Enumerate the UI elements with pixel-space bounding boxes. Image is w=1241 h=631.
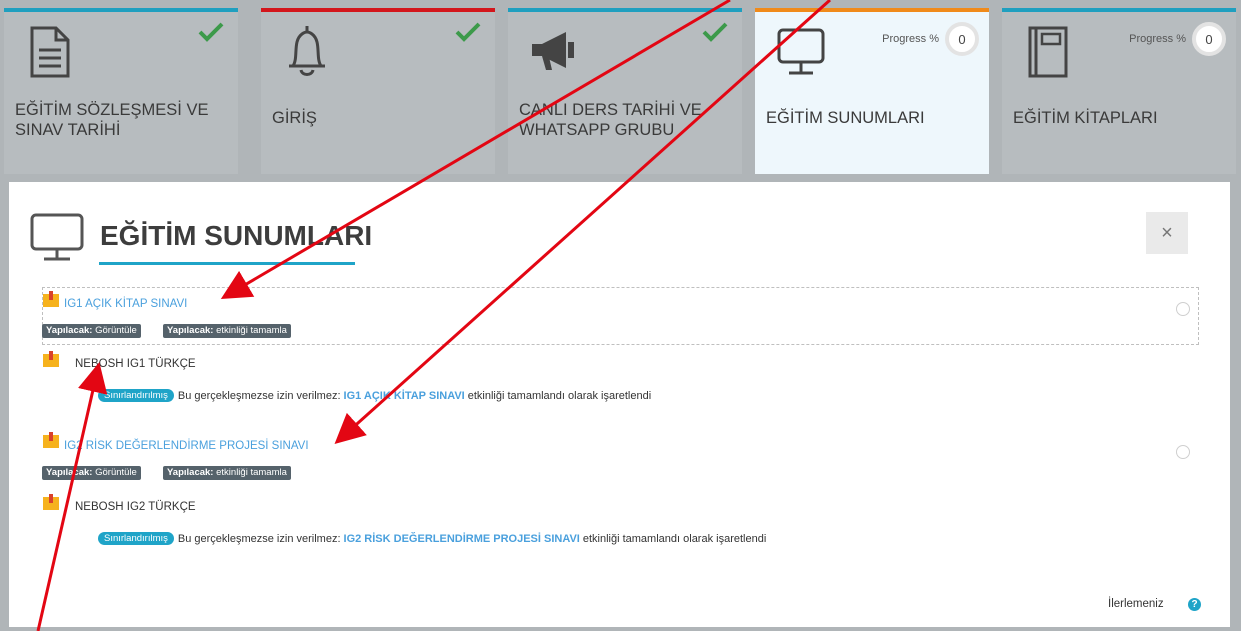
todo-badge: Yapılacak: Görüntüle [42, 324, 141, 338]
check-icon [198, 22, 224, 42]
monitor-icon [777, 28, 825, 75]
tile-color-bar [508, 8, 742, 12]
tile-title: CANLI DERS TARİHİ VE WHATSAPP GRUBU [519, 101, 702, 139]
tile-egitim-sunumlari[interactable]: Progress % 0 EĞİTİM SUNUMLARI [755, 8, 989, 174]
progress-value: 0 [1192, 22, 1226, 56]
badge-text: etkinliği tamamla [216, 467, 287, 478]
check-icon [455, 22, 481, 42]
restriction-note: Sınırlandırılmış Bu gerçekleşmezse izin … [98, 389, 651, 402]
restriction-link[interactable]: IG2 RİSK DEĞERLENDİRME PROJESİ SINAVI [344, 533, 580, 545]
progress-footer-text: İlerlemeniz [1108, 598, 1164, 610]
package-icon [43, 494, 59, 510]
todo-badge: Yapılacak: etkinliği tamamla [163, 324, 291, 338]
panel-border [0, 627, 1241, 631]
package-icon [43, 291, 59, 307]
activity-title: NEBOSH IG1 TÜRKÇE [75, 358, 196, 370]
tile-egitim-kitaplari[interactable]: Progress % 0 EĞİTİM KİTAPLARI [1002, 8, 1236, 174]
progress-indicator: Progress % 0 [882, 22, 979, 56]
restriction-suffix: etkinliği tamamlandı olarak işaretlendi [467, 389, 652, 402]
tile-title: EĞİTİM KİTAPLARI [1013, 109, 1158, 127]
section-title: EĞİTİM SUNUMLARI [100, 220, 373, 251]
tile-giris[interactable]: GİRİŞ [261, 8, 495, 174]
progress-indicator: Progress % 0 [1129, 22, 1226, 56]
section-tiles: EĞİTİM SÖZLEŞMESİ VE SINAV TARİHİ GİRİŞ … [0, 0, 1241, 182]
badge-prefix: Yapılacak: [167, 467, 214, 478]
monitor-icon [30, 213, 84, 261]
package-icon [43, 351, 59, 367]
badge-text: etkinliği tamamla [216, 325, 287, 336]
tile-title: EĞİTİM SUNUMLARI [766, 109, 925, 127]
book-icon [1028, 26, 1068, 78]
badge-text: Görüntüle [95, 325, 137, 336]
close-button[interactable]: × [1146, 212, 1188, 254]
badge-text: Görüntüle [95, 467, 137, 478]
restriction-prefix: Bu gerçekleşmezse izin verilmez: [177, 389, 341, 402]
progress-label: Progress % [1129, 33, 1186, 45]
tile-title: EĞİTİM SÖZLEŞMESİ VE SINAV TARİHİ [15, 101, 209, 139]
restriction-prefix: Bu gerçekleşmezse izin verilmez: [177, 532, 341, 545]
tile-canli-ders[interactable]: CANLI DERS TARİHİ VE WHATSAPP GRUBU [508, 8, 742, 174]
badge-prefix: Yapılacak: [46, 325, 93, 336]
tile-color-bar [755, 8, 989, 12]
tile-color-bar [4, 8, 238, 12]
todo-badge: Yapılacak: etkinliği tamamla [163, 466, 291, 480]
badge-prefix: Yapılacak: [46, 467, 93, 478]
help-icon[interactable]: ? [1188, 598, 1201, 611]
check-icon [702, 22, 728, 42]
restriction-link[interactable]: IG1 AÇIK KİTAP SINAVI [344, 390, 465, 402]
badge-prefix: Yapılacak: [167, 325, 214, 336]
progress-label: Progress % [882, 33, 939, 45]
megaphone-icon [532, 32, 574, 70]
panel-border [1230, 182, 1241, 631]
tile-color-bar [261, 8, 495, 12]
restricted-pill: Sınırlandırılmış [98, 532, 174, 545]
bell-icon [289, 26, 325, 76]
title-underline [99, 262, 355, 265]
tile-color-bar [1002, 8, 1236, 12]
activity-title: NEBOSH IG2 TÜRKÇE [75, 501, 196, 513]
document-icon [30, 26, 70, 78]
tile-title: GİRİŞ [272, 109, 317, 127]
activity-link[interactable]: IG1 AÇIK KİTAP SINAVI [64, 298, 187, 310]
completion-checkbox[interactable] [1176, 445, 1190, 459]
completion-checkbox[interactable] [1176, 302, 1190, 316]
progress-value: 0 [945, 22, 979, 56]
restriction-suffix: etkinliği tamamlandı olarak işaretlendi [582, 532, 767, 545]
panel-border [0, 182, 9, 631]
activity-link[interactable]: IG2 RİSK DEĞERLENDİRME PROJESİ SINAVI [64, 440, 309, 452]
todo-badge: Yapılacak: Görüntüle [42, 466, 141, 480]
restriction-note: Sınırlandırılmış Bu gerçekleşmezse izin … [98, 532, 766, 545]
package-icon [43, 432, 59, 448]
restricted-pill: Sınırlandırılmış [98, 389, 174, 402]
tile-egitim-sozlesmesi[interactable]: EĞİTİM SÖZLEŞMESİ VE SINAV TARİHİ [4, 8, 238, 174]
